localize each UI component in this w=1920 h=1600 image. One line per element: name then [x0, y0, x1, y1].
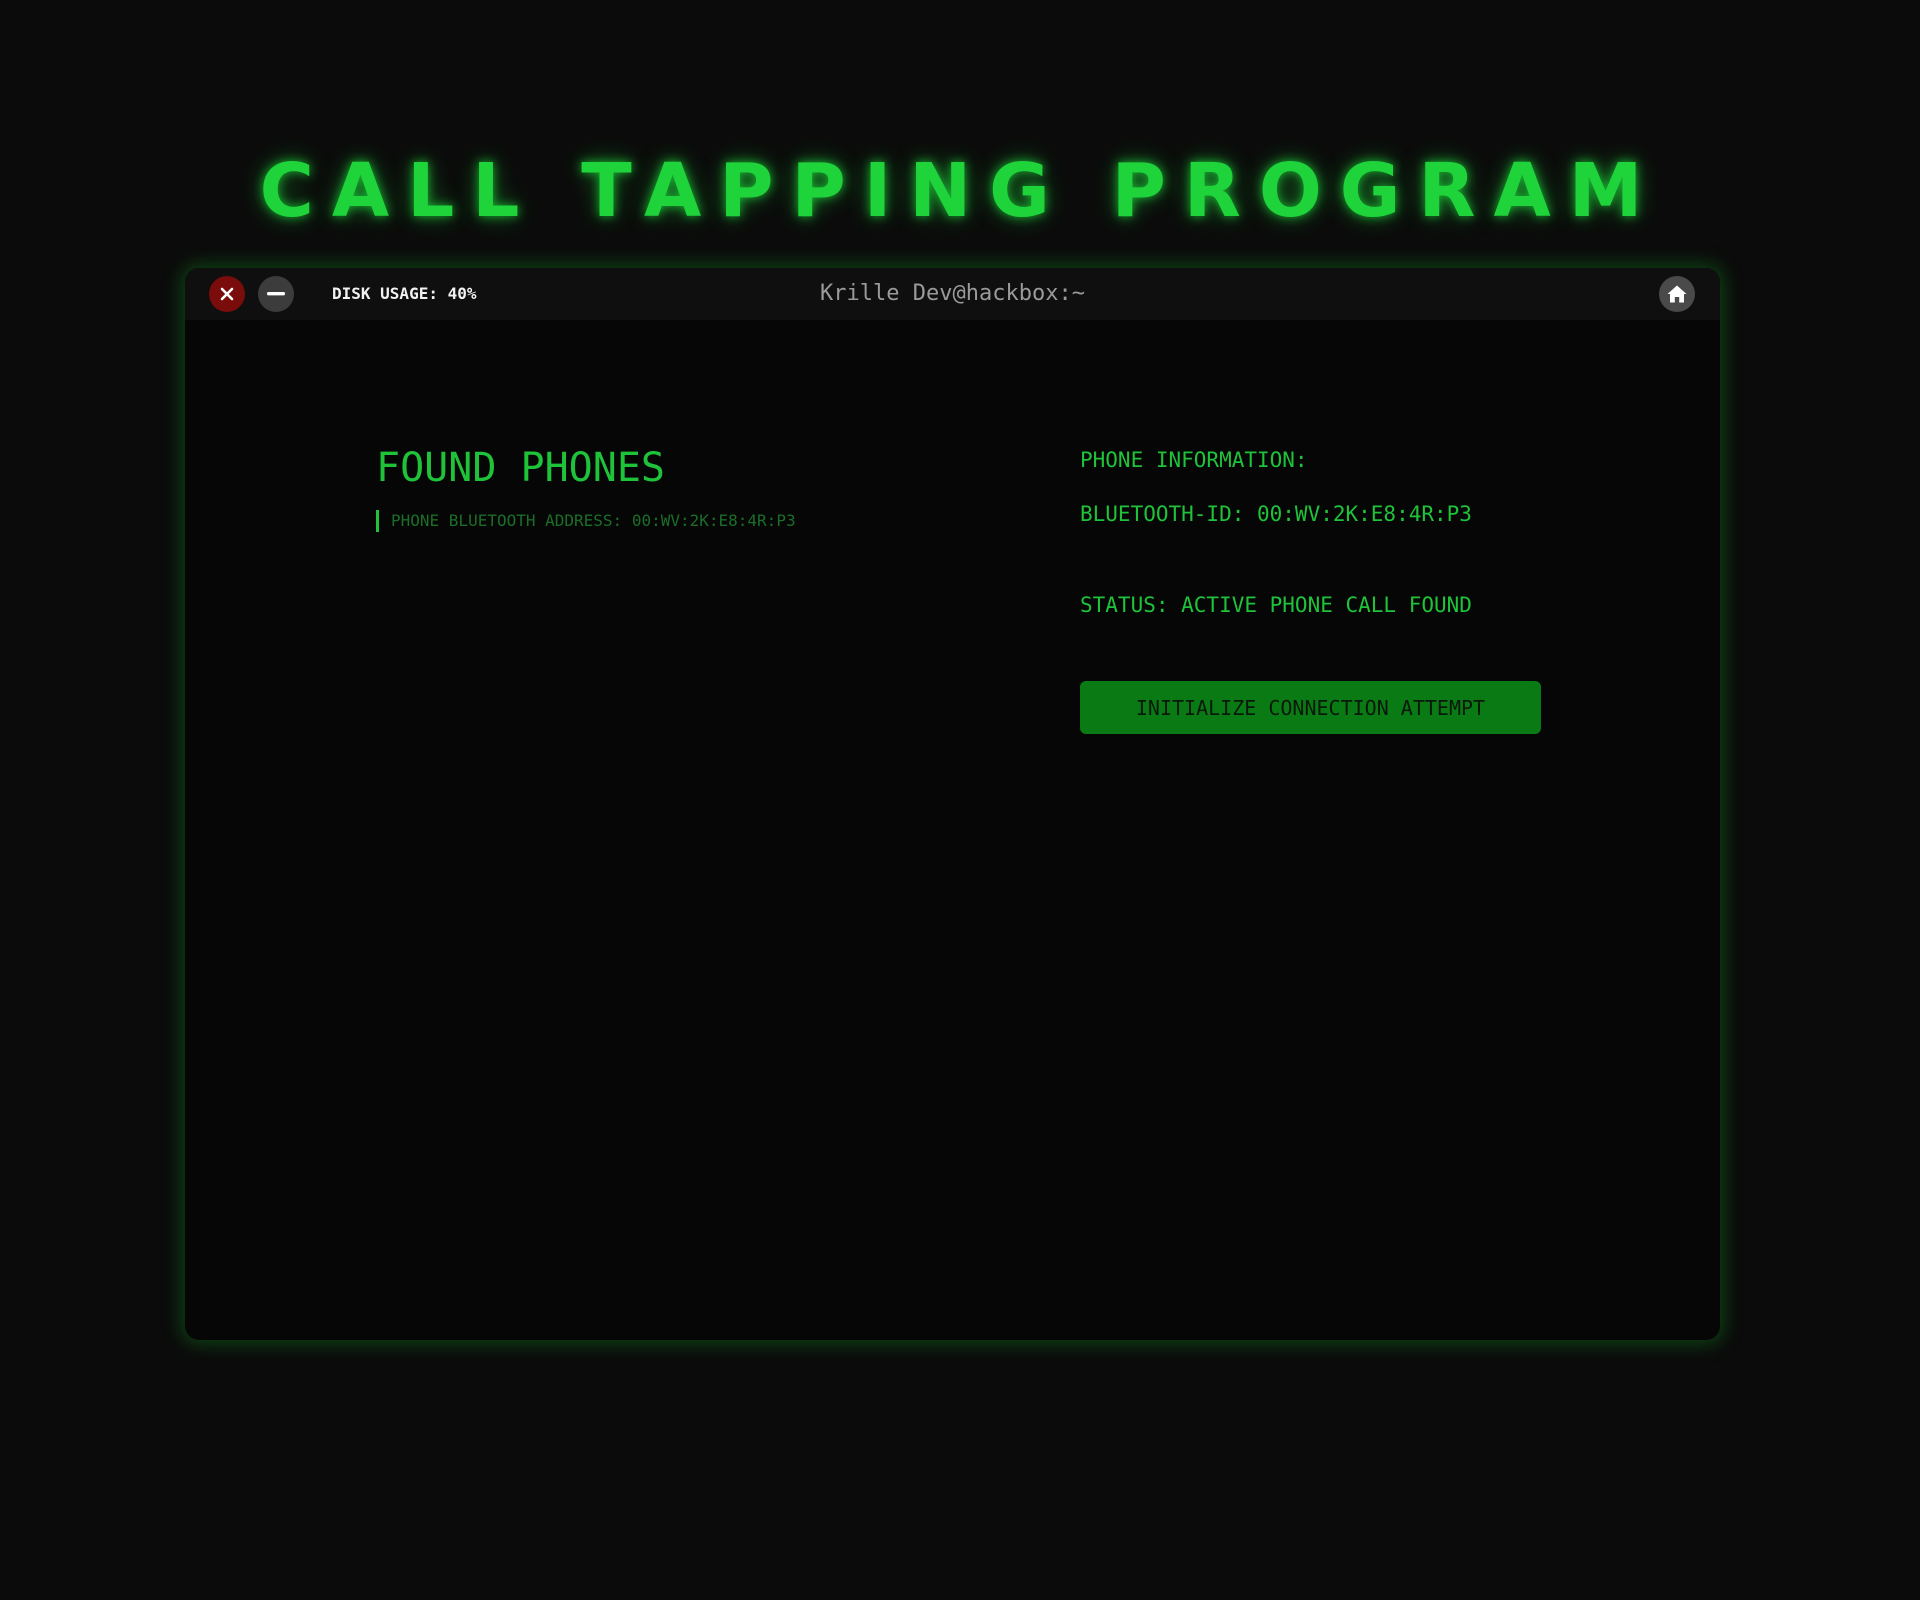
- terminal-window: DISK USAGE: 40% Krille Dev@hackbox:~ FOU…: [185, 268, 1720, 1340]
- window-title: Krille Dev@hackbox:~: [820, 281, 1085, 306]
- bluetooth-id-value: BLUETOOTH-ID: 00:WV:2K:E8:4R:P3: [1080, 502, 1472, 526]
- home-button[interactable]: [1659, 276, 1695, 312]
- phone-list-item[interactable]: PHONE BLUETOOTH ADDRESS: 00:WV:2K:E8:4R:…: [376, 510, 796, 532]
- page-title: CALL TAPPING PROGRAM: [259, 147, 1661, 234]
- found-phones-heading: FOUND PHONES: [376, 445, 665, 491]
- found-phones-list: PHONE BLUETOOTH ADDRESS: 00:WV:2K:E8:4R:…: [376, 510, 796, 532]
- phone-information-label: PHONE INFORMATION:: [1080, 448, 1308, 472]
- window-titlebar: DISK USAGE: 40% Krille Dev@hackbox:~: [185, 268, 1720, 320]
- home-icon: [1667, 285, 1687, 303]
- initialize-connection-button[interactable]: INITIALIZE CONNECTION ATTEMPT: [1080, 681, 1541, 734]
- call-status: STATUS: ACTIVE PHONE CALL FOUND: [1080, 593, 1472, 617]
